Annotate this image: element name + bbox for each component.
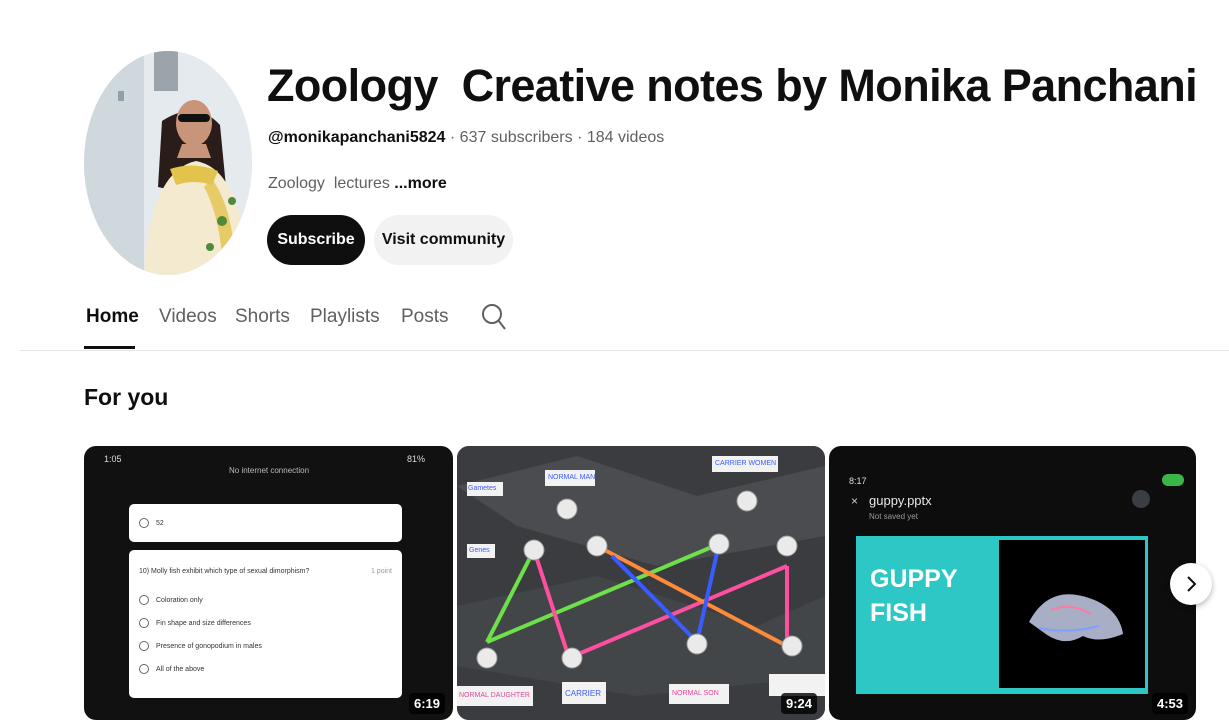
battery-level: 81% [406,454,425,464]
section-title: For you [84,384,169,410]
chart-label-normal-son: NORMAL SON [672,690,719,697]
option-label: Presence of gonopodium in males [156,642,262,650]
status-time: 8:17 [849,476,867,486]
description-text: Zoology lectures [268,175,395,192]
channel-description[interactable]: Zoology lectures ...more [268,175,447,193]
form-card-question: 10) Molly fish exhibit which type of sex… [129,550,402,698]
chart-label-genes: Genes [469,547,490,554]
more-link[interactable]: ...more [394,175,446,192]
battery-icon [1162,474,1184,486]
radio-icon [139,618,149,628]
option-label: Coloration only [156,596,203,604]
visit-community-button[interactable]: Visit community [374,215,513,265]
video-thumbnail-1[interactable]: 1:05 81% No internet connection 52 10) M… [84,446,453,720]
tab-videos[interactable]: Videos [159,306,217,328]
radio-icon [139,641,149,651]
active-tab-indicator [84,346,135,349]
channel-title: Zoology Creative notes by Monika Panchan… [267,60,1198,111]
chevron-right-icon[interactable] [1170,563,1212,605]
subscriber-count: 637 subscribers [459,129,573,146]
channel-tabs: Home Videos Shorts Playlists Posts [0,298,1229,350]
file-status: Not saved yet [869,512,918,521]
tab-shorts[interactable]: Shorts [235,306,290,328]
channel-avatar [84,51,252,275]
chart-label-gametes: Gametes [468,485,497,492]
form-card-previous: 52 [129,504,402,542]
video-thumbnail-2[interactable]: NORMAL MAN CARRIER WOMEN NORMAL DAUGHTER… [457,446,825,720]
radio-icon [139,595,149,605]
radio-icon [139,518,149,528]
channel-meta: @monikapanchani5824 · 637 subscribers · … [268,129,664,147]
chart-label-normal-daughter: NORMAL DAUGHTER [459,692,530,699]
genetics-chart-photo [457,446,825,720]
option-label: Fin shape and size differences [156,619,251,627]
slide-title: GUPPY FISH [870,562,958,630]
subscribe-button[interactable]: Subscribe [267,215,365,265]
avatar-photo [84,51,252,275]
radio-icon [139,664,149,674]
status-time: 1:05 [104,454,122,464]
channel-handle[interactable]: @monikapanchani5824 [268,129,445,146]
chart-label-carrier-women: CARRIER WOMEN [715,460,777,467]
meta-separator: · [445,129,460,146]
video-thumbnail-3[interactable]: 8:17 × guppy.pptx Not saved yet GUPPY FI… [829,446,1196,720]
question-text: 10) Molly fish exhibit which type of sex… [139,568,310,575]
option-label: 52 [156,519,164,527]
slide-image [999,540,1145,688]
chart-label-carrier: CARRIER [565,689,602,698]
phone-status-bar: 1:05 81% No internet connection [84,446,453,476]
slide-title-line1: GUPPY [870,565,958,593]
option-label: All of the above [156,665,205,673]
video-count: 184 videos [586,129,665,146]
tab-home[interactable]: Home [86,306,139,328]
video-duration: 9:24 [780,693,817,714]
question-points: 1 point [370,568,392,575]
search-icon[interactable] [481,302,507,332]
tab-playlists[interactable]: Playlists [310,306,380,328]
edit-icon [1132,490,1150,508]
video-duration: 6:19 [408,693,445,714]
tabs-divider [20,350,1229,351]
video-duration: 4:53 [1151,693,1188,714]
tab-posts[interactable]: Posts [401,306,449,328]
close-icon: × [851,494,859,508]
file-name: guppy.pptx [869,493,932,508]
meta-separator: · [572,129,587,146]
chart-label-normal-man: NORMAL MAN [548,474,596,481]
slide-title-line2: FISH [870,599,927,627]
connection-status: No internet connection [229,466,310,475]
